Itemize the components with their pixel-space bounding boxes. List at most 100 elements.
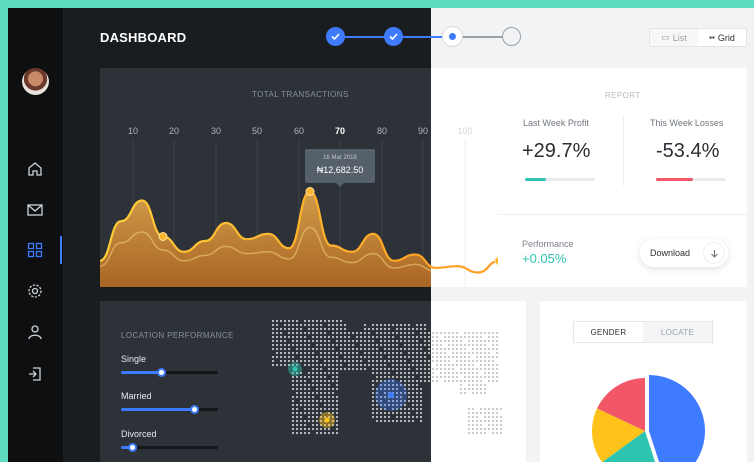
map-dot — [467, 339, 471, 343]
map-dot — [307, 415, 311, 419]
map-dot — [291, 411, 295, 415]
download-label: Download — [650, 248, 691, 258]
map-dot — [431, 351, 435, 355]
sidebar — [8, 8, 63, 462]
map-dot — [311, 371, 315, 375]
profit-label: Last Week Profit — [523, 118, 589, 128]
map-dot — [335, 415, 339, 419]
step-1-complete[interactable] — [326, 27, 345, 46]
map-dot — [283, 355, 287, 359]
map-hotspot-core — [324, 417, 330, 423]
map-dot — [347, 343, 351, 347]
gear-icon[interactable] — [25, 281, 45, 301]
tooltip-arrow — [336, 183, 344, 187]
map-dot — [359, 339, 363, 343]
logout-icon[interactable] — [25, 364, 45, 384]
map-dot — [491, 355, 495, 359]
map-dot — [479, 419, 483, 423]
map-dot — [415, 343, 419, 347]
list-view-button[interactable]: ▭ List — [650, 29, 698, 46]
slider-single[interactable] — [121, 368, 218, 377]
map-dot — [483, 347, 487, 351]
slider-knob[interactable] — [189, 405, 199, 414]
map-dot — [343, 343, 347, 347]
map-dot — [315, 331, 319, 335]
map-dot — [287, 335, 291, 339]
map-dot — [315, 379, 319, 383]
map-dot — [447, 331, 451, 335]
map-dot — [463, 343, 467, 347]
map-dot — [291, 327, 295, 331]
map-dot — [319, 387, 323, 391]
map-dot — [495, 411, 499, 415]
map-dot — [367, 363, 371, 367]
map-dot — [319, 355, 323, 359]
map-dot — [311, 403, 315, 407]
map-dot — [275, 351, 279, 355]
map-dot — [491, 419, 495, 423]
download-button[interactable]: Download — [640, 239, 728, 267]
list-icon: ▭ — [661, 32, 670, 42]
slider-knob[interactable] — [127, 443, 137, 452]
map-dot — [347, 367, 351, 371]
tab-locate[interactable]: LOCATE — [643, 322, 712, 342]
map-dot — [471, 383, 475, 387]
mail-icon[interactable] — [25, 200, 45, 220]
map-dot — [323, 403, 327, 407]
map-dot — [415, 371, 419, 375]
map-dot — [291, 351, 295, 355]
grid-icon[interactable] — [25, 240, 45, 260]
map-dot — [487, 427, 491, 431]
map-dot — [431, 371, 435, 375]
map-dot — [307, 323, 311, 327]
slider-knob[interactable] — [156, 368, 166, 377]
map-dot — [407, 351, 411, 355]
map-dot — [411, 347, 415, 351]
map-dot — [383, 371, 387, 375]
download-icon — [703, 242, 725, 264]
map-dot — [483, 387, 487, 391]
avatar[interactable] — [22, 68, 49, 95]
map-dot — [463, 371, 467, 375]
loss-value: -53.4% — [656, 140, 720, 162]
map-dot — [399, 355, 403, 359]
step-4-pending[interactable] — [502, 27, 521, 46]
map-dot — [407, 375, 411, 379]
map-dot — [395, 367, 399, 371]
map-dot — [287, 351, 291, 355]
map-dot — [399, 415, 403, 419]
map-dot — [451, 331, 455, 335]
map-dot — [375, 375, 379, 379]
map-dot — [303, 359, 307, 363]
map-dot — [411, 351, 415, 355]
step-3-current[interactable] — [443, 27, 462, 46]
map-dot — [499, 415, 503, 419]
map-dot — [467, 363, 471, 367]
map-dot — [359, 347, 363, 351]
map-dot — [335, 431, 339, 435]
map-dot — [295, 359, 299, 363]
map-dot — [315, 407, 319, 411]
map-dot — [455, 339, 459, 343]
map-dot — [491, 407, 495, 411]
slider-divorced[interactable] — [121, 443, 218, 452]
map-dot — [443, 367, 447, 371]
map-dot — [427, 347, 431, 351]
map-dot — [331, 363, 335, 367]
map-dot — [283, 343, 287, 347]
home-icon[interactable] — [25, 159, 45, 179]
user-icon[interactable] — [25, 322, 45, 342]
slider-married[interactable] — [121, 405, 218, 414]
map-dot — [339, 363, 343, 367]
map-dot — [299, 399, 303, 403]
step-2-complete[interactable] — [384, 27, 403, 46]
map-dot — [359, 367, 363, 371]
grid-view-button[interactable]: ▪▪ Grid — [698, 29, 746, 46]
map-dot — [327, 335, 331, 339]
map-dot — [299, 323, 303, 327]
map-dot — [335, 427, 339, 431]
map-hotspot-core — [292, 366, 298, 372]
map-dot — [459, 343, 463, 347]
map-dot — [483, 415, 487, 419]
tab-gender[interactable]: GENDER — [574, 322, 643, 342]
